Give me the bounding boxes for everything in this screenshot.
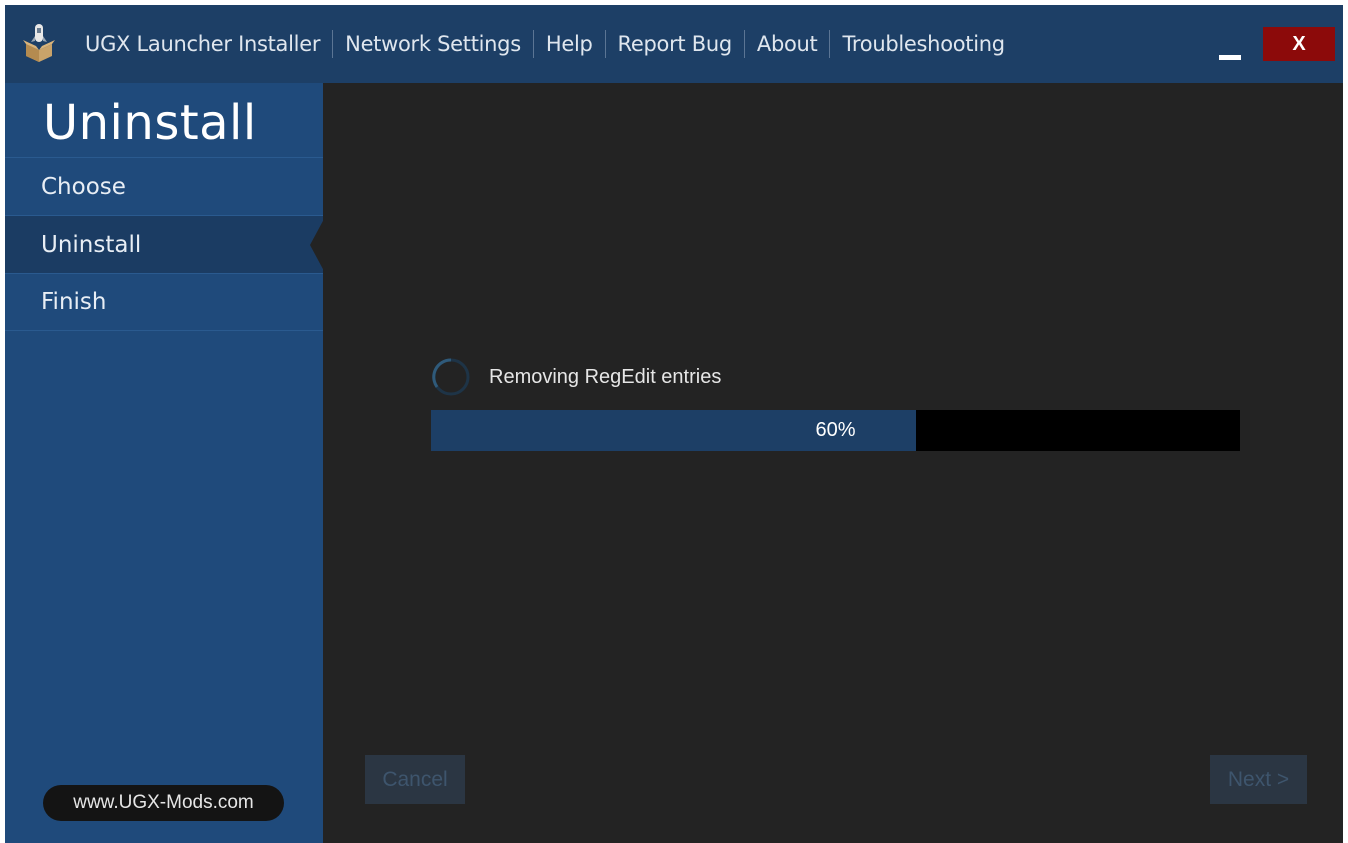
installer-box-icon [23, 24, 55, 62]
sidebar-item-choose[interactable]: Choose [5, 157, 323, 215]
menu-divider [604, 30, 606, 58]
menu-network-settings[interactable]: Network Settings [345, 32, 521, 56]
menu-app-title[interactable]: UGX Launcher Installer [85, 32, 320, 56]
minimize-button[interactable] [1217, 29, 1245, 63]
progress-label: 60% [815, 419, 856, 441]
sidebar-item-uninstall[interactable]: Uninstall [5, 215, 323, 273]
status-row: Removing RegEdit entries [431, 357, 721, 397]
menu-help[interactable]: Help [546, 32, 593, 56]
website-link[interactable]: www.UGX-Mods.com [43, 785, 284, 821]
cancel-button[interactable]: Cancel [365, 755, 465, 804]
step-list: Choose Uninstall Finish [5, 157, 323, 331]
menu-divider [332, 30, 334, 58]
menu-troubleshooting[interactable]: Troubleshooting [842, 32, 1005, 56]
sidebar-title: Uninstall [43, 95, 257, 151]
sidebar: Uninstall Choose Uninstall Finish www.UG… [5, 83, 323, 843]
menu-divider [532, 30, 534, 58]
next-button[interactable]: Next > [1210, 755, 1307, 804]
menu-divider [743, 30, 745, 58]
top-menu: UGX Launcher Installer Network Settings … [85, 5, 1005, 83]
close-button[interactable]: X [1263, 27, 1335, 61]
installer-window: UGX Launcher Installer Network Settings … [5, 5, 1343, 843]
title-bar: UGX Launcher Installer Network Settings … [5, 5, 1343, 83]
status-text: Removing RegEdit entries [489, 365, 722, 388]
menu-about[interactable]: About [757, 32, 818, 56]
menu-report-bug[interactable]: Report Bug [618, 32, 733, 56]
menu-divider [829, 30, 831, 58]
sidebar-item-finish[interactable]: Finish [5, 273, 323, 331]
progress-bar: 60% [431, 410, 1240, 451]
loading-spinner-icon [432, 358, 470, 396]
